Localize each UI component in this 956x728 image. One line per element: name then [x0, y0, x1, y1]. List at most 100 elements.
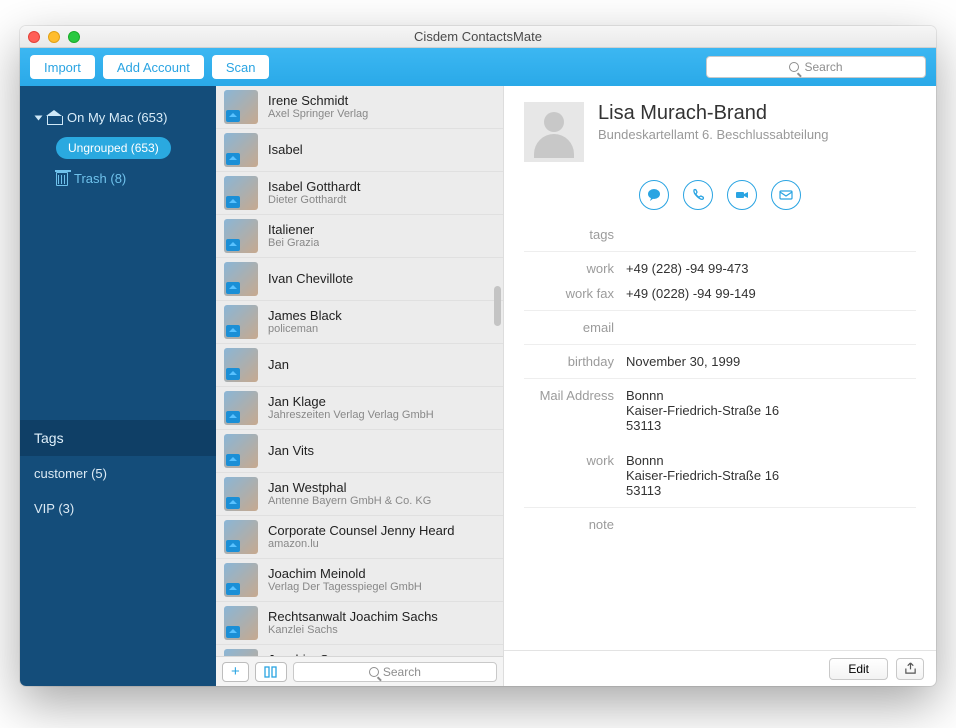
scan-button[interactable]: Scan — [212, 55, 270, 79]
avatar-thumbnail — [224, 434, 258, 468]
field-value-work-address: Bonnn Kaiser-Friedrich-Straße 16 53113 — [626, 453, 916, 498]
contact-row-name: Corporate Counsel Jenny Heard — [268, 523, 454, 539]
field-label-mailaddr: Mail Address — [524, 388, 626, 433]
field-value-work-phone: +49 (228) -94 99-473 — [626, 261, 916, 276]
share-icon — [904, 662, 917, 675]
field-value-email — [626, 320, 916, 335]
contact-row-name: Irene Schmidt — [268, 93, 368, 109]
avatar-thumbnail — [224, 391, 258, 425]
tag-item-vip[interactable]: VIP (3) — [20, 491, 216, 526]
avatar-thumbnail — [224, 563, 258, 597]
email-button[interactable] — [771, 180, 801, 210]
contact-row[interactable]: Jan WestphalAntenne Bayern GmbH & Co. KG — [216, 473, 503, 516]
contact-name: Lisa Murach-Brand — [598, 102, 829, 125]
avatar-thumbnail — [224, 477, 258, 511]
share-button[interactable] — [896, 658, 924, 680]
contact-row-name: Ivan Chevillote — [268, 271, 353, 287]
field-label-note: note — [524, 517, 626, 532]
contact-row-sub: policeman — [268, 323, 342, 336]
edit-button[interactable]: Edit — [829, 658, 888, 680]
scrollbar-thumb[interactable] — [494, 286, 501, 326]
search-placeholder: Search — [804, 60, 842, 74]
app-window: Cisdem ContactsMate Import Add Account S… — [20, 26, 936, 686]
contact-row-name: Isabel — [268, 142, 303, 158]
home-icon — [47, 112, 61, 124]
avatar-thumbnail — [224, 90, 258, 124]
detail-footer: Edit — [504, 650, 936, 686]
add-account-button[interactable]: Add Account — [103, 55, 204, 79]
detail-pane: Lisa Murach-Brand Bundeskartellamt 6. Be… — [504, 86, 936, 650]
search-input[interactable]: Search — [706, 56, 926, 78]
tags-header: Tags — [20, 420, 216, 456]
columns-button[interactable] — [255, 662, 287, 682]
columns-icon — [264, 666, 278, 678]
message-button[interactable] — [639, 180, 669, 210]
contact-row-name: Italiener — [268, 222, 319, 238]
contact-list[interactable]: Irene SchmidtAxel Springer Verlag Isabel I… — [216, 86, 503, 656]
list-search-input[interactable]: Search — [293, 662, 497, 682]
field-label-workfax: work fax — [524, 286, 626, 301]
search-icon — [369, 667, 379, 677]
contact-row-name: Isabel Gotthardt — [268, 179, 361, 195]
toolbar: Import Add Account Scan Search — [20, 48, 936, 86]
contact-row-sub: Dieter Gotthardt — [268, 194, 361, 207]
field-value-tags — [626, 227, 916, 242]
contact-row-name: Jan Westphal — [268, 480, 431, 496]
avatar-thumbnail — [224, 305, 258, 339]
contact-row-name: James Black — [268, 308, 342, 324]
contact-row-sub: Jahreszeiten Verlag Verlag GmbH — [268, 409, 434, 422]
sidebar-group-on-my-mac[interactable]: On My Mac (653) — [30, 104, 206, 131]
avatar-thumbnail — [224, 133, 258, 167]
avatar-thumbnail — [224, 262, 258, 296]
contact-row[interactable]: Corporate Counsel Jenny Heardamazon.lu — [216, 516, 503, 559]
contact-row[interactable]: Isabel — [216, 129, 503, 172]
contact-row[interactable]: Irene SchmidtAxel Springer Verlag — [216, 86, 503, 129]
contact-row-name: Jan — [268, 357, 289, 373]
contact-row[interactable]: Jan — [216, 344, 503, 387]
contact-row[interactable]: Rechtsanwalt Joachim SachsKanzlei Sachs — [216, 602, 503, 645]
sidebar-item-ungrouped[interactable]: Ungrouped (653) — [56, 137, 171, 159]
contact-row-name: Jan Vits — [268, 443, 314, 459]
avatar-thumbnail — [224, 219, 258, 253]
avatar-thumbnail — [224, 520, 258, 554]
phone-icon — [691, 188, 705, 202]
contact-row-name: Rechtsanwalt Joachim Sachs — [268, 609, 438, 625]
contact-row-sub: Verlag Der Tagesspiegel GmbH — [268, 581, 422, 594]
contact-row[interactable]: Ivan Chevillote — [216, 258, 503, 301]
avatar-thumbnail — [224, 176, 258, 210]
sidebar: On My Mac (653) Ungrouped (653) Trash (8… — [20, 86, 216, 686]
search-icon — [789, 62, 799, 72]
field-label-workaddr: work — [524, 453, 626, 498]
field-value-work-fax: +49 (0228) -94 99-149 — [626, 286, 916, 301]
avatar — [524, 102, 584, 162]
contact-row-name: Joachim Meinold — [268, 566, 422, 582]
contact-row[interactable]: Jan KlageJahreszeiten Verlag Verlag GmbH — [216, 387, 503, 430]
contact-row[interactable]: Joachim MeinoldVerlag Der Tagesspiegel G… — [216, 559, 503, 602]
add-contact-button[interactable]: + — [222, 662, 249, 682]
contact-row-sub: Bei Grazia — [268, 237, 319, 250]
trash-icon — [56, 172, 68, 186]
window-title: Cisdem ContactsMate — [20, 29, 936, 44]
contact-row[interactable]: Isabel GotthardtDieter Gotthardt — [216, 172, 503, 215]
field-label-email: email — [524, 320, 626, 335]
contact-row[interactable]: James Blackpoliceman — [216, 301, 503, 344]
titlebar: Cisdem ContactsMate — [20, 26, 936, 48]
field-label-birthday: birthday — [524, 354, 626, 369]
avatar-thumbnail — [224, 649, 258, 656]
contact-row[interactable]: ItalienerBei Grazia — [216, 215, 503, 258]
import-button[interactable]: Import — [30, 55, 95, 79]
contact-row[interactable]: Jan Vits — [216, 430, 503, 473]
contact-row-sub: amazon.lu — [268, 538, 454, 551]
video-button[interactable] — [727, 180, 757, 210]
call-button[interactable] — [683, 180, 713, 210]
contact-row-name: Jan Klage — [268, 394, 434, 410]
contact-list-pane: Irene SchmidtAxel Springer Verlag Isabel I… — [216, 86, 504, 686]
tag-item-customer[interactable]: customer (5) — [20, 456, 216, 491]
avatar-thumbnail — [224, 606, 258, 640]
sidebar-item-trash[interactable]: Trash (8) — [30, 165, 206, 192]
message-icon — [647, 188, 661, 202]
contact-row[interactable]: Joachim SauerMedienBureau Biebel & Sauer — [216, 645, 503, 656]
contact-row-sub: Antenne Bayern GmbH & Co. KG — [268, 495, 431, 508]
field-value-note — [626, 517, 916, 532]
contact-row-sub: Axel Springer Verlag — [268, 108, 368, 121]
